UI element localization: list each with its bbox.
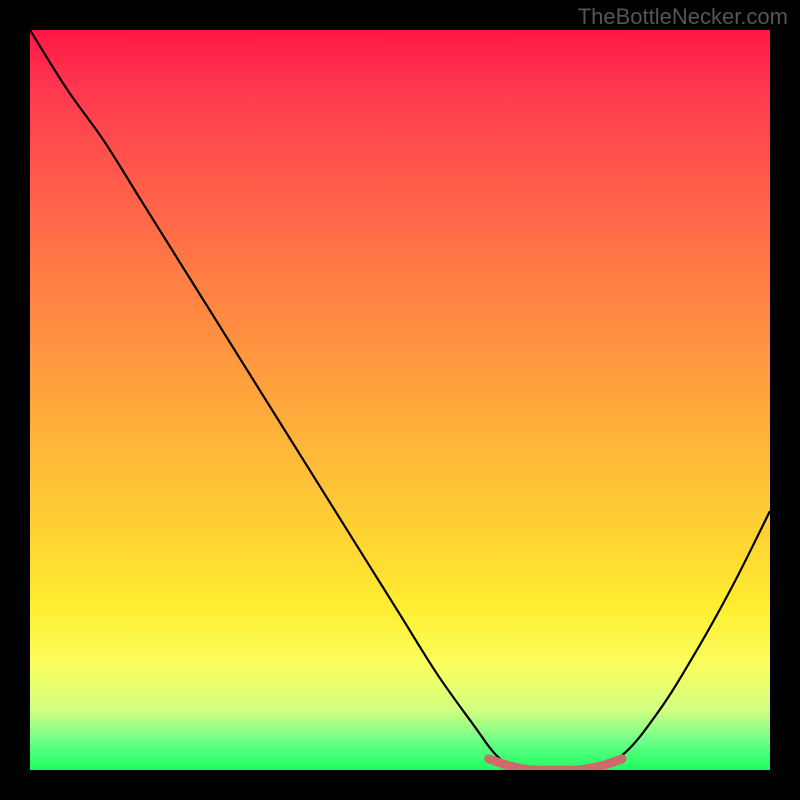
- frame-right: [770, 0, 800, 800]
- plot-area: [30, 30, 770, 770]
- watermark-text: TheBottleNecker.com: [578, 4, 788, 30]
- frame-bottom: [0, 770, 800, 800]
- bottleneck-curve-path: [30, 30, 770, 770]
- optimal-range-path: [489, 759, 622, 770]
- frame-left: [0, 0, 30, 800]
- chart-svg: [30, 30, 770, 770]
